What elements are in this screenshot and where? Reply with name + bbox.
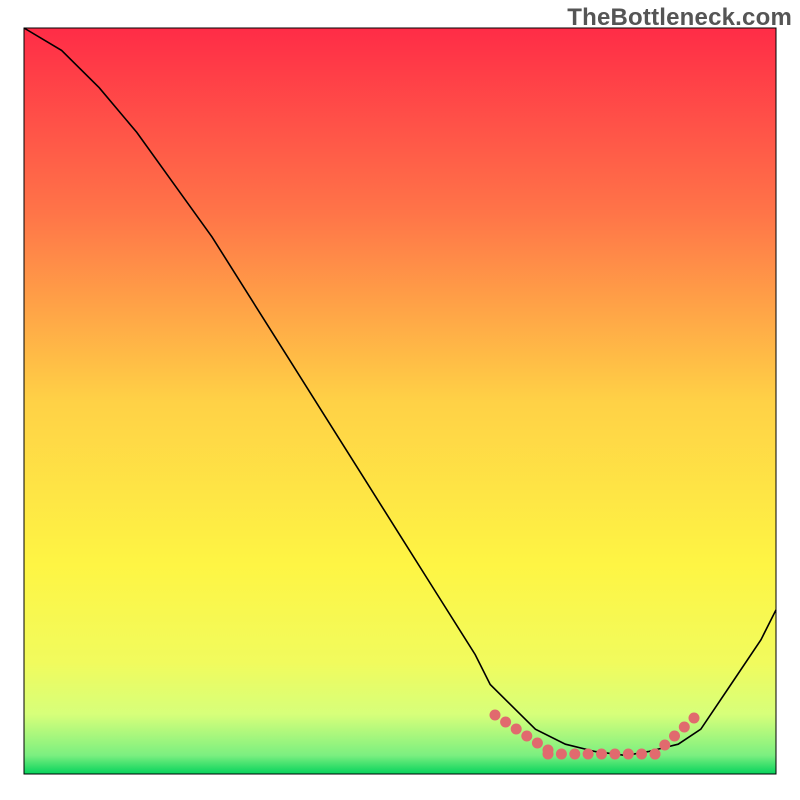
optimum-marker [669, 731, 680, 742]
bottleneck-plot [0, 0, 800, 800]
optimum-marker [659, 740, 670, 751]
optimum-marker [650, 749, 661, 760]
optimum-marker [689, 713, 700, 724]
optimum-marker [500, 717, 511, 728]
plot-background [24, 28, 776, 774]
optimum-marker [521, 731, 532, 742]
optimum-marker [679, 722, 690, 733]
optimum-marker [543, 749, 554, 760]
optimum-marker [583, 749, 594, 760]
optimum-marker [609, 749, 620, 760]
chart-container: TheBottleneck.com [0, 0, 800, 800]
optimum-marker [636, 749, 647, 760]
optimum-marker [532, 738, 543, 749]
watermark-text: TheBottleneck.com [567, 4, 792, 32]
optimum-marker [490, 710, 501, 721]
optimum-marker [556, 749, 567, 760]
optimum-marker [569, 749, 580, 760]
optimum-marker [623, 749, 634, 760]
optimum-marker [511, 724, 522, 735]
optimum-marker [596, 749, 607, 760]
